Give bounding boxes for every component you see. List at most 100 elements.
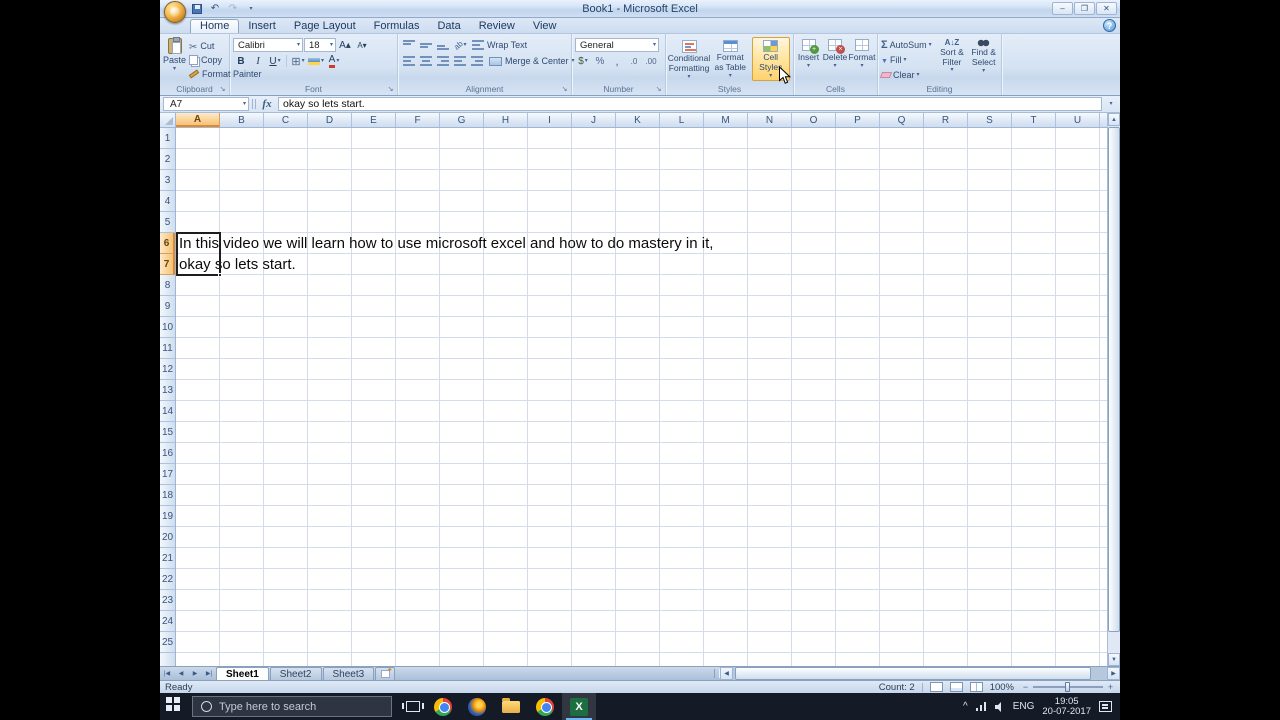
row-header-11[interactable]: 11 <box>160 338 175 359</box>
horizontal-scroll-track[interactable] <box>733 667 1107 680</box>
row-header-8[interactable]: 8 <box>160 275 175 296</box>
ribbon-tab-formulas[interactable]: Formulas <box>365 19 429 33</box>
column-header-N[interactable]: N <box>748 113 792 127</box>
help-button[interactable]: ? <box>1103 19 1116 32</box>
font-size-select[interactable]: 18 ▾ <box>304 38 336 52</box>
sheet-tab-sheet1[interactable]: Sheet1 <box>216 667 269 680</box>
taskbar-app-file-explorer[interactable] <box>494 693 528 720</box>
language-indicator[interactable]: ENG <box>1013 701 1035 712</box>
percent-style-button[interactable] <box>592 54 608 69</box>
column-header-M[interactable]: M <box>704 113 748 127</box>
insert-function-button[interactable]: fx <box>259 98 275 110</box>
zoom-in-button[interactable]: + <box>1106 682 1115 692</box>
sort-filter-button[interactable]: Sort & Filter ▾ <box>938 37 967 82</box>
insert-cells-button[interactable]: Insert ▾ <box>797 37 820 69</box>
close-button[interactable]: ✕ <box>1096 2 1117 15</box>
column-header-L[interactable]: L <box>660 113 704 127</box>
accounting-format-button[interactable]: ▾ <box>575 54 591 69</box>
row-header-23[interactable]: 23 <box>160 590 175 611</box>
ribbon-tab-page-layout[interactable]: Page Layout <box>285 19 365 33</box>
paste-button[interactable]: Paste ▾ <box>163 37 186 80</box>
row-header-2[interactable]: 2 <box>160 149 175 170</box>
vertical-scrollbar[interactable]: ▲ ▼ <box>1107 113 1120 666</box>
normal-view-button[interactable] <box>929 682 943 692</box>
italic-button[interactable] <box>250 54 266 69</box>
redo-button[interactable] <box>226 2 240 15</box>
speaker-icon[interactable] <box>994 701 1005 712</box>
format-as-table-button[interactable]: Format as Table ▾ <box>711 37 750 81</box>
ribbon-tab-data[interactable]: Data <box>428 19 469 33</box>
column-header-P[interactable]: P <box>836 113 880 127</box>
bold-button[interactable] <box>233 54 249 69</box>
cell-styles-button[interactable]: Cell Styles ▾ <box>751 37 790 81</box>
column-header-R[interactable]: R <box>924 113 968 127</box>
column-header-O[interactable]: O <box>792 113 836 127</box>
row-header-20[interactable]: 20 <box>160 527 175 548</box>
last-sheet-button[interactable]: ▶| <box>202 667 216 680</box>
column-header-Q[interactable]: Q <box>880 113 924 127</box>
formula-input[interactable]: okay so lets start. <box>278 97 1102 111</box>
ribbon-tab-view[interactable]: View <box>524 19 566 33</box>
fill-color-button[interactable]: ▾ <box>307 54 325 69</box>
column-header-E[interactable]: E <box>352 113 396 127</box>
row-header-25[interactable]: 25 <box>160 632 175 653</box>
taskbar-search-input[interactable]: Type here to search <box>192 696 392 717</box>
merge-center-button[interactable]: Merge & Center ▾ <box>486 54 578 69</box>
column-header-F[interactable]: F <box>396 113 440 127</box>
row-header-15[interactable]: 15 <box>160 422 175 443</box>
minimize-button[interactable]: – <box>1052 2 1073 15</box>
taskbar-app-browser[interactable] <box>528 693 562 720</box>
column-header-U[interactable]: U <box>1056 113 1100 127</box>
scroll-right-button[interactable]: ▶ <box>1107 667 1120 680</box>
clear-button[interactable]: Clear ▾ <box>879 68 935 82</box>
vertical-scroll-thumb[interactable] <box>1108 127 1120 632</box>
previous-sheet-button[interactable]: ◀ <box>174 667 188 680</box>
sheet-tab-sheet2[interactable]: Sheet2 <box>269 667 322 680</box>
task-view-button[interactable] <box>400 693 426 720</box>
maximize-button[interactable]: ❐ <box>1074 2 1095 15</box>
column-header-B[interactable]: B <box>220 113 264 127</box>
scroll-left-button[interactable]: ◀ <box>720 667 733 680</box>
align-right-button[interactable] <box>435 54 451 69</box>
row-header-12[interactable]: 12 <box>160 359 175 380</box>
office-button[interactable] <box>164 1 186 23</box>
zoom-thumb[interactable] <box>1065 682 1070 692</box>
row-header-4[interactable]: 4 <box>160 191 175 212</box>
scroll-up-button[interactable]: ▲ <box>1108 113 1120 126</box>
page-layout-view-button[interactable] <box>949 682 963 692</box>
decrease-indent-button[interactable] <box>452 54 468 69</box>
row-header-7[interactable]: 7 <box>160 254 175 275</box>
fill-button[interactable]: Fill▾ <box>881 53 935 67</box>
show-hidden-icons-button[interactable] <box>963 701 968 712</box>
middle-align-button[interactable] <box>418 38 434 53</box>
comma-style-button[interactable] <box>609 54 625 69</box>
align-left-button[interactable] <box>401 54 417 69</box>
shrink-font-button[interactable] <box>354 38 370 53</box>
column-header-G[interactable]: G <box>440 113 484 127</box>
select-all-button[interactable] <box>160 113 176 128</box>
delete-cells-button[interactable]: Delete ▾ <box>823 37 847 69</box>
zoom-track[interactable] <box>1033 682 1103 692</box>
ribbon-tab-review[interactable]: Review <box>470 19 524 33</box>
horizontal-scrollbar[interactable]: ◀ ▶ <box>720 667 1120 680</box>
row-header-18[interactable]: 18 <box>160 485 175 506</box>
first-sheet-button[interactable]: |◀ <box>160 667 174 680</box>
find-select-button[interactable]: Find & Select ▾ <box>969 37 998 82</box>
sheet-tab-sheet3[interactable]: Sheet3 <box>322 667 375 680</box>
row-header-10[interactable]: 10 <box>160 317 175 338</box>
borders-button[interactable]: ▾ <box>290 54 306 69</box>
row-header-16[interactable]: 16 <box>160 443 175 464</box>
qat-dropdown-button[interactable]: ▾ <box>244 2 258 15</box>
ribbon-tab-insert[interactable]: Insert <box>239 19 285 33</box>
column-header-A[interactable]: A <box>176 113 220 127</box>
name-box[interactable]: A7 ▾ <box>163 97 249 111</box>
column-header-K[interactable]: K <box>616 113 660 127</box>
row-header-22[interactable]: 22 <box>160 569 175 590</box>
row-header-6[interactable]: 6 <box>160 233 175 254</box>
insert-worksheet-button[interactable] <box>375 666 396 680</box>
font-color-button[interactable]: ▾ <box>326 54 342 69</box>
row-header-24[interactable]: 24 <box>160 611 175 632</box>
scroll-down-button[interactable]: ▼ <box>1108 653 1120 666</box>
increase-decimal-button[interactable] <box>626 54 642 69</box>
action-center-icon[interactable] <box>1099 701 1112 712</box>
